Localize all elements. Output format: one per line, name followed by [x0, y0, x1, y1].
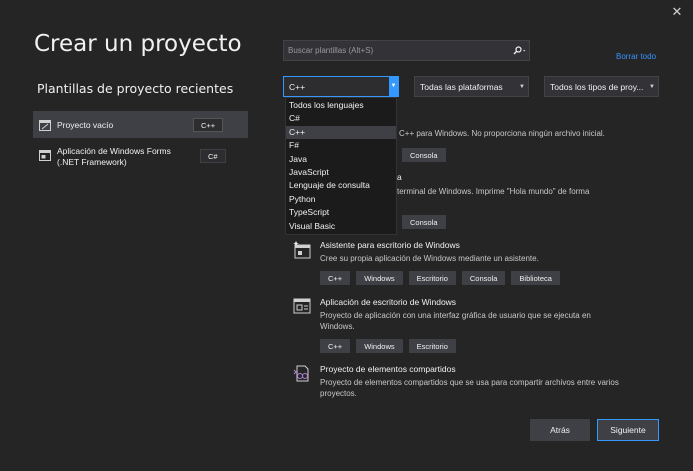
template-name-fragment: a	[397, 172, 402, 182]
project-type-filter-value: Todos los tipos de proy...	[550, 81, 644, 92]
language-tag: C++	[193, 118, 224, 132]
recent-item-empty-project[interactable]: Proyecto vacío C++	[33, 111, 248, 138]
recent-templates-heading: Plantillas de proyecto recientes	[37, 81, 234, 96]
menu-item-all-languages[interactable]: Todos los lenguajes	[286, 99, 396, 112]
next-button[interactable]: Siguiente	[597, 419, 659, 441]
page-title: Crear un proyecto	[34, 31, 242, 57]
menu-item-javascript[interactable]: JavaScript	[286, 166, 396, 179]
template-tag: C++	[320, 339, 351, 353]
template-tag: Windows	[356, 339, 403, 353]
template-name: Aplicación de escritorio de Windows	[320, 297, 457, 307]
close-icon[interactable]: ✕	[670, 5, 684, 19]
menu-item-fsharp[interactable]: F#	[286, 139, 396, 152]
recent-item-windows-forms[interactable]: Aplicación de Windows Forms (.NET Framew…	[33, 144, 248, 170]
template-tag: Escritorio	[408, 339, 456, 353]
template-tag: Biblioteca	[511, 271, 560, 285]
chevron-down-icon: ▼	[519, 83, 525, 90]
language-dropdown-menu: Todos los lenguajes C# C++ F# Java JavaS…	[285, 97, 397, 235]
template-tag: Consola	[461, 271, 506, 285]
menu-item-visual-basic[interactable]: Visual Basic	[286, 220, 396, 233]
search-input[interactable]: Buscar plantillas (Alt+S)	[283, 40, 530, 61]
language-filter-dropdown[interactable]: C++ ▼	[283, 76, 399, 97]
template-tag: Escritorio	[408, 271, 456, 285]
template-description: Proyecto de elementos compartidos que se…	[320, 378, 619, 398]
chevron-down-icon: ▼	[649, 83, 655, 90]
chevron-down-icon: ▼	[389, 77, 398, 96]
language-tag: C#	[200, 149, 226, 163]
search-icon[interactable]	[509, 45, 529, 56]
clear-all-link[interactable]: Borrar todo	[616, 52, 656, 61]
template-description: Cree su propia aplicación de Windows med…	[320, 254, 539, 263]
search-placeholder: Buscar plantillas (Alt+S)	[288, 46, 374, 55]
template-tag: Windows	[356, 271, 403, 285]
template-item-desktop-wizard[interactable]: Asistente para escritorio de Windows Cre…	[293, 240, 653, 288]
platform-filter-dropdown[interactable]: Todas las plataformas ▼	[414, 76, 529, 97]
language-filter-value: C++	[289, 81, 306, 92]
template-item-shared-items[interactable]: Proyecto de elementos compartidos Proyec…	[293, 364, 653, 404]
recent-item-label: Proyecto vacío	[57, 120, 114, 130]
template-name: Asistente para escritorio de Windows	[320, 240, 460, 250]
template-description: terminal de Windows. Imprime "Hola mundo…	[397, 187, 590, 196]
platform-filter-value: Todas las plataformas	[420, 81, 503, 92]
menu-item-python[interactable]: Python	[286, 193, 396, 206]
template-tag: C++	[320, 271, 351, 285]
template-item-desktop-app[interactable]: Aplicación de escritorio de Windows Proy…	[293, 297, 653, 355]
template-description: C++ para Windows. No proporciona ningún …	[399, 129, 605, 138]
project-type-filter-dropdown[interactable]: Todos los tipos de proy... ▼	[544, 76, 659, 97]
back-button[interactable]: Atrás	[530, 419, 590, 441]
windows-forms-icon	[39, 150, 51, 161]
menu-item-csharp[interactable]: C#	[286, 112, 396, 125]
template-name: Proyecto de elementos compartidos	[320, 364, 456, 374]
menu-item-java[interactable]: Java	[286, 153, 396, 166]
menu-item-query-language[interactable]: Lenguaje de consulta	[286, 179, 396, 192]
menu-item-cpp[interactable]: C++	[286, 125, 396, 140]
template-tag: Consola	[402, 148, 446, 162]
desktop-app-icon	[293, 298, 311, 314]
recent-item-label: Aplicación de Windows Forms (.NET Framew…	[57, 146, 171, 167]
template-tag: Consola	[402, 215, 446, 229]
empty-project-icon	[39, 120, 51, 131]
shared-items-icon	[293, 365, 309, 382]
desktop-wizard-icon	[293, 241, 311, 259]
menu-item-typescript[interactable]: TypeScript	[286, 206, 396, 219]
template-description: Proyecto de aplicación con una interfaz …	[320, 311, 591, 331]
